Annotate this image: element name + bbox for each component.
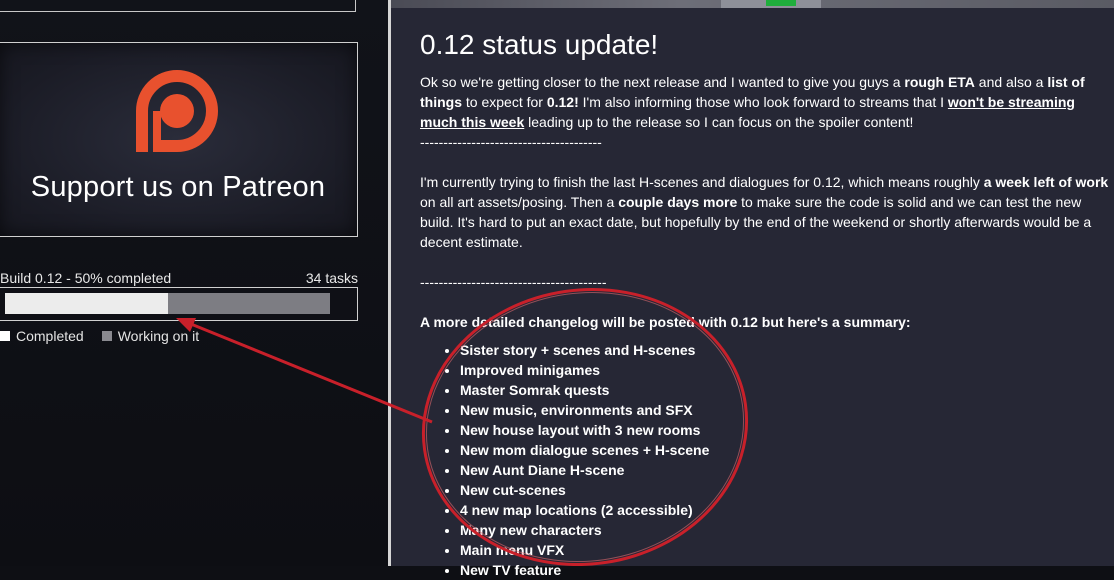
change-item: Sister story + scenes and H-scenes [460,340,1110,360]
change-item: Many new characters [460,520,1110,540]
banner-graphic-icon [721,0,821,8]
progress-track [5,293,330,314]
patreon-logo-icon [136,70,218,152]
change-item: New house layout with 3 new rooms [460,420,1110,440]
post-intro-paragraph: Ok so we're getting closer to the next r… [420,72,1110,132]
separator-2: ---------------------------------------- [420,274,607,290]
build-task-count: 34 tasks [305,270,358,286]
left-sidebar: Support us on Patreon Build 0.12 - 50% c… [0,0,388,566]
intro-text-3: to expect for [462,94,547,110]
intro-text-4: I'm also informing those who look forwar… [578,94,948,110]
summary-heading: A more detailed changelog will be posted… [420,314,911,330]
main-content: 0.12 status update! Ok so we're getting … [391,0,1114,578]
change-item: Main menu VFX [460,540,1110,560]
legend-working-label: Working on it [117,328,200,344]
change-item: New TV feature [460,560,1110,580]
legend-completed: Completed [0,328,84,344]
change-item: 4 new map locations (2 accessible) [460,500,1110,520]
intro-bold-rough-eta: rough ETA [904,74,975,90]
change-item: Improved minigames [460,360,1110,380]
patreon-support-button[interactable]: Support us on Patreon [0,42,358,237]
change-item: New mom dialogue scenes + H-scene [460,440,1110,460]
working-swatch [101,331,112,341]
build-progress-bar [0,287,358,321]
legend-working: Working on it [101,328,200,344]
completed-swatch [0,331,10,341]
progress-legend: Completed Working on it [0,328,217,344]
progress-fill [5,293,168,314]
intro-text-1: Ok so we're getting closer to the next r… [420,74,905,90]
eta-bold-days: couple days more [618,194,738,210]
header-banner-image [391,0,1114,8]
post-eta-paragraph: I'm currently trying to finish the last … [420,172,1110,252]
change-item: New music, environments and SFX [460,400,1110,420]
change-item: New Aunt Diane H-scene [460,460,1110,480]
status-post: 0.12 status update! Ok so we're getting … [420,28,1110,580]
build-progress-label: Build 0.12 - 50% completed [0,270,172,286]
eta-bold-week: a week left of work [983,174,1109,190]
intro-bold-version: 0.12! [546,94,579,110]
intro-text-5: leading up to the release so I can focus… [524,114,914,130]
legend-completed-label: Completed [16,328,84,344]
intro-text-2: and also a [974,74,1048,90]
post-title: 0.12 status update! [420,29,659,60]
top-widget-edge [0,0,356,12]
change-item: New cut-scenes [460,480,1110,500]
eta-text-1: I'm currently trying to finish the last … [420,174,984,190]
changes-list: Sister story + scenes and H-scenesImprov… [420,340,1110,580]
separator-1: --------------------------------------- [420,134,602,150]
change-item: Master Somrak quests [460,380,1110,400]
patreon-button-label: Support us on Patreon [30,171,326,203]
eta-text-2: on all art assets/posing. Then a [420,194,619,210]
